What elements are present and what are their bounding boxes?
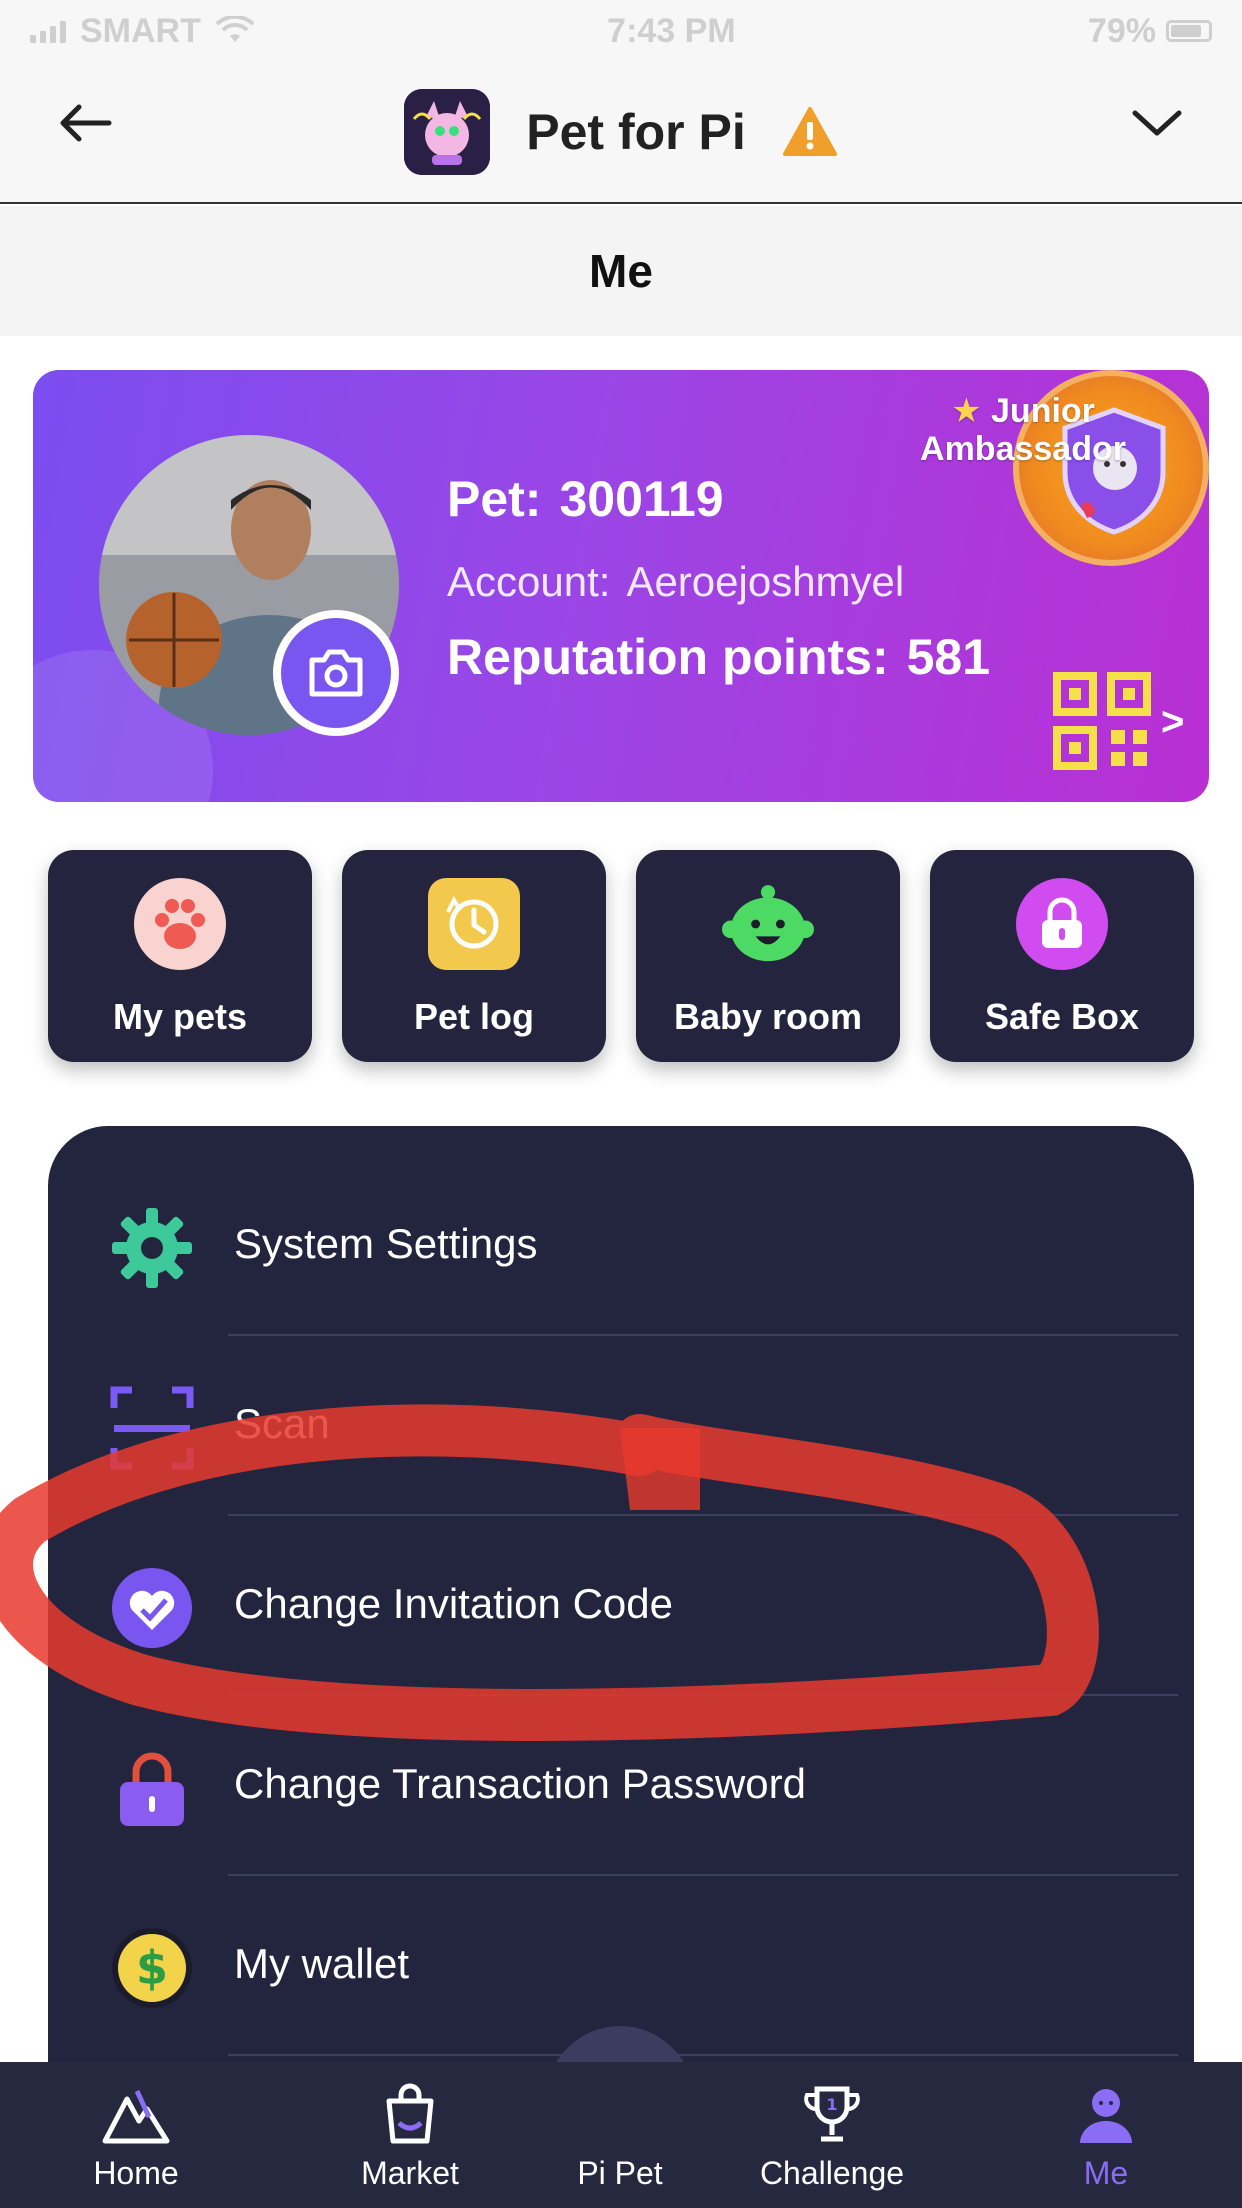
menu-item-system-settings[interactable]: System Settings [48, 1156, 1194, 1336]
svg-text:$: $ [136, 1941, 168, 1995]
profile-card: Pet: 300119 Account: Aeroejoshmyel Reput… [33, 370, 1209, 802]
page-title: Me [589, 245, 653, 297]
safe-box-label: Safe Box [984, 996, 1140, 1037]
paw-icon [134, 878, 226, 970]
qr-code-icon[interactable] [1053, 672, 1153, 772]
back-button[interactable] [50, 92, 120, 154]
baby-face-icon [722, 878, 814, 970]
menu-label: Change Transaction Password [234, 1760, 806, 1807]
camera-icon [309, 649, 363, 697]
pet-log-button[interactable]: Pet log [342, 850, 606, 1062]
invitation-heart-icon [110, 1566, 194, 1650]
nav-challenge[interactable]: 1 Challenge [732, 2062, 932, 2208]
battery-percent: 79% [1087, 11, 1156, 50]
nav-label: Pi Pet [577, 2155, 663, 2191]
svg-text:1: 1 [826, 2095, 837, 2114]
menu-panel: System Settings Scan Change Invitation C… [48, 1126, 1194, 2126]
baby-room-label: Baby room [673, 996, 863, 1037]
mountain-icon [102, 2089, 170, 2144]
safe-lock-icon [1016, 878, 1108, 970]
nav-label: Market [361, 2155, 459, 2191]
pet-id-label: Pet: [447, 471, 542, 527]
battery-icon [1165, 20, 1212, 42]
quick-actions: My pets Pet log Baby room Safe Box [48, 850, 1194, 1062]
nav-market[interactable]: Market [310, 2062, 510, 2208]
person-icon [1080, 2089, 1132, 2143]
dropdown-button[interactable] [1122, 92, 1192, 154]
nav-label: Challenge [759, 2155, 905, 2191]
status-time: 7:43 PM [607, 11, 736, 50]
nav-label: Home [93, 2155, 179, 2191]
menu-label: Change Invitation Code [234, 1580, 673, 1627]
history-icon [428, 878, 520, 970]
status-right: 79% [1088, 12, 1212, 51]
pet-id-value: 300119 [559, 471, 724, 527]
menu-label: My wallet [234, 1940, 410, 1987]
my-pets-label: My pets [112, 996, 248, 1037]
scan-icon [110, 1386, 194, 1470]
pet-id-row: Pet: 300119 [447, 470, 724, 528]
menu-label: System Settings [234, 1220, 538, 1267]
status-bar: SMART 7:43 PM 79% [0, 0, 1242, 62]
lock-icon [110, 1746, 194, 1830]
chevron-down-icon [1132, 110, 1182, 136]
account-label: Account: [447, 558, 611, 605]
safe-box-button[interactable]: Safe Box [930, 850, 1194, 1062]
trophy-icon: 1 [804, 2086, 860, 2142]
menu-item-scan[interactable]: Scan [48, 1336, 1194, 1516]
reputation-label: Reputation points: [447, 629, 889, 685]
nav-home[interactable]: Home [36, 2062, 236, 2208]
signal-icon [30, 19, 66, 43]
reputation-value: 581 [906, 629, 991, 685]
wifi-icon [215, 16, 255, 42]
nav-label: Me [1083, 2155, 1129, 2191]
account-row: Account: Aeroejoshmyel [447, 558, 904, 606]
bottom-nav: Home Market Pi Pet 1 Challenge Me [0, 2062, 1242, 2208]
gear-icon [110, 1206, 194, 1290]
baby-room-button[interactable]: Baby room [636, 850, 900, 1062]
menu-item-change-invitation-code[interactable]: Change Invitation Code [48, 1516, 1194, 1696]
ambassador-title: ★ Junior Ambassador [913, 392, 1133, 468]
my-pets-button[interactable]: My pets [48, 850, 312, 1062]
qr-arrow[interactable]: > [1161, 700, 1184, 745]
dollar-coin-icon: $ [110, 1926, 194, 2010]
arrow-left-icon [60, 104, 112, 142]
nav-pi-pet[interactable]: Pi Pet [520, 2062, 720, 2208]
app-logo-icon [404, 89, 491, 175]
warning-icon[interactable] [782, 106, 838, 158]
app-title: Pet for Pi [526, 104, 746, 160]
menu-label: Scan [234, 1400, 330, 1447]
star-icon: ★ [951, 392, 982, 430]
status-left: SMART [30, 12, 255, 51]
pet-log-label: Pet log [413, 996, 534, 1037]
app-header: Pet for Pi [0, 62, 1242, 204]
shopping-bag-icon [386, 2083, 434, 2144]
divider [228, 2054, 1178, 2056]
reputation-row: Reputation points: 581 [447, 628, 990, 686]
change-avatar-button[interactable] [273, 610, 399, 736]
account-name: Aeroejoshmyel [626, 558, 905, 605]
menu-item-change-transaction-password[interactable]: Change Transaction Password [48, 1696, 1194, 1876]
page-title-bar: Me [0, 206, 1242, 336]
carrier-label: SMART [80, 11, 201, 50]
nav-me[interactable]: Me [1006, 2062, 1206, 2208]
app-title-wrap: Pet for Pi [404, 89, 837, 175]
